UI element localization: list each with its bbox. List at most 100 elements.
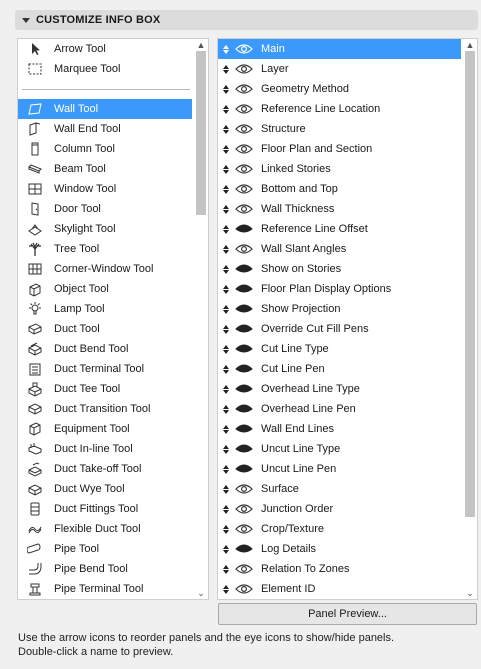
eye-open-icon[interactable]	[235, 203, 253, 215]
reorder-arrows-icon[interactable]	[221, 64, 231, 74]
tool-item-wall-end-tool[interactable]: Wall End Tool	[18, 119, 192, 139]
panel-item-junction-order[interactable]: Junction Order	[218, 499, 461, 519]
tool-item-duct-tee-tool[interactable]: Duct Tee Tool	[18, 379, 192, 399]
tool-item-arrow-tool[interactable]: Arrow Tool	[18, 39, 192, 59]
eye-open-icon[interactable]	[235, 583, 253, 595]
eye-open-icon[interactable]	[235, 63, 253, 75]
panel-item-floor-plan-and-section[interactable]: Floor Plan and Section	[218, 139, 461, 159]
tool-item-corner-window-tool[interactable]: Corner-Window Tool	[18, 259, 192, 279]
tool-item-pipe-terminal-tool[interactable]: Pipe Terminal Tool	[18, 579, 192, 599]
scroll-down-icon[interactable]: ⌄	[463, 587, 477, 599]
eye-open-icon[interactable]	[235, 83, 253, 95]
reorder-arrows-icon[interactable]	[221, 264, 231, 274]
panel-item-overhead-line-type[interactable]: Overhead Line Type	[218, 379, 461, 399]
panel-item-relation-to-zones[interactable]: Relation To Zones	[218, 559, 461, 579]
tool-list-scrollbar[interactable]: ▲ ⌄	[194, 39, 208, 599]
panel-item-geometry-method[interactable]: Geometry Method	[218, 79, 461, 99]
panel-list-scrollbar[interactable]: ▲ ⌄	[463, 39, 477, 599]
tool-item-object-tool[interactable]: Object Tool	[18, 279, 192, 299]
scroll-down-icon[interactable]: ⌄	[194, 587, 208, 599]
reorder-arrows-icon[interactable]	[221, 404, 231, 414]
eye-closed-icon[interactable]	[235, 223, 253, 235]
reorder-arrows-icon[interactable]	[221, 124, 231, 134]
panel-preview-button[interactable]: Panel Preview...	[218, 603, 477, 625]
reorder-arrows-icon[interactable]	[221, 564, 231, 574]
eye-closed-icon[interactable]	[235, 543, 253, 555]
reorder-arrows-icon[interactable]	[221, 284, 231, 294]
eye-closed-icon[interactable]	[235, 303, 253, 315]
panel-item-uncut-line-type[interactable]: Uncut Line Type	[218, 439, 461, 459]
eye-open-icon[interactable]	[235, 523, 253, 535]
tool-item-door-tool[interactable]: Door Tool	[18, 199, 192, 219]
eye-open-icon[interactable]	[235, 123, 253, 135]
panel-item-wall-thickness[interactable]: Wall Thickness	[218, 199, 461, 219]
panel-item-reference-line-offset[interactable]: Reference Line Offset	[218, 219, 461, 239]
tool-item-duct-transition-tool[interactable]: Duct Transition Tool	[18, 399, 192, 419]
tool-item-marquee-tool[interactable]: Marquee Tool	[18, 59, 192, 79]
panel-list[interactable]: Main Layer Geometry Method Reference Line L…	[217, 38, 478, 600]
reorder-arrows-icon[interactable]	[221, 424, 231, 434]
panel-item-cut-line-pen[interactable]: Cut Line Pen	[218, 359, 461, 379]
reorder-arrows-icon[interactable]	[221, 164, 231, 174]
scroll-up-icon[interactable]: ▲	[194, 39, 208, 51]
tool-item-duct-terminal-tool[interactable]: Duct Terminal Tool	[18, 359, 192, 379]
panel-item-element-id[interactable]: Element ID	[218, 579, 461, 599]
reorder-arrows-icon[interactable]	[221, 344, 231, 354]
eye-closed-icon[interactable]	[235, 283, 253, 295]
tool-item-duct-wye-tool[interactable]: Duct Wye Tool	[18, 479, 192, 499]
reorder-arrows-icon[interactable]	[221, 484, 231, 494]
panel-item-show-projection[interactable]: Show Projection	[218, 299, 461, 319]
reorder-arrows-icon[interactable]	[221, 244, 231, 254]
eye-closed-icon[interactable]	[235, 403, 253, 415]
eye-open-icon[interactable]	[235, 563, 253, 575]
tool-item-equipment-tool[interactable]: Equipment Tool	[18, 419, 192, 439]
panel-item-structure[interactable]: Structure	[218, 119, 461, 139]
eye-open-icon[interactable]	[235, 43, 253, 55]
eye-open-icon[interactable]	[235, 243, 253, 255]
eye-open-icon[interactable]	[235, 143, 253, 155]
reorder-arrows-icon[interactable]	[221, 204, 231, 214]
eye-closed-icon[interactable]	[235, 323, 253, 335]
tool-item-column-tool[interactable]: Column Tool	[18, 139, 192, 159]
eye-open-icon[interactable]	[235, 103, 253, 115]
panel-item-wall-slant-angles[interactable]: Wall Slant Angles	[218, 239, 461, 259]
eye-open-icon[interactable]	[235, 483, 253, 495]
panel-item-main[interactable]: Main	[218, 39, 461, 59]
panel-item-overhead-line-pen[interactable]: Overhead Line Pen	[218, 399, 461, 419]
panel-item-wall-end-lines[interactable]: Wall End Lines	[218, 419, 461, 439]
reorder-arrows-icon[interactable]	[221, 504, 231, 514]
reorder-arrows-icon[interactable]	[221, 144, 231, 154]
reorder-arrows-icon[interactable]	[221, 544, 231, 554]
reorder-arrows-icon[interactable]	[221, 304, 231, 314]
eye-closed-icon[interactable]	[235, 383, 253, 395]
reorder-arrows-icon[interactable]	[221, 364, 231, 374]
reorder-arrows-icon[interactable]	[221, 524, 231, 534]
tool-item-window-tool[interactable]: Window Tool	[18, 179, 192, 199]
tool-item-beam-tool[interactable]: Beam Tool	[18, 159, 192, 179]
tool-item-duct-take-off-tool[interactable]: Duct Take-off Tool	[18, 459, 192, 479]
tool-list-scroll-thumb[interactable]	[196, 51, 206, 215]
tool-list[interactable]: Arrow Tool Marquee Tool Wall Tool Wall End …	[17, 38, 209, 600]
panel-list-scroll-thumb[interactable]	[465, 51, 475, 517]
eye-closed-icon[interactable]	[235, 263, 253, 275]
eye-closed-icon[interactable]	[235, 463, 253, 475]
eye-closed-icon[interactable]	[235, 423, 253, 435]
reorder-arrows-icon[interactable]	[221, 384, 231, 394]
tool-item-lamp-tool[interactable]: Lamp Tool	[18, 299, 192, 319]
eye-closed-icon[interactable]	[235, 443, 253, 455]
reorder-arrows-icon[interactable]	[221, 184, 231, 194]
panel-item-surface[interactable]: Surface	[218, 479, 461, 499]
tool-item-duct-fittings-tool[interactable]: Duct Fittings Tool	[18, 499, 192, 519]
section-header[interactable]: CUSTOMIZE INFO BOX	[15, 10, 478, 30]
reorder-arrows-icon[interactable]	[221, 444, 231, 454]
panel-item-layer[interactable]: Layer	[218, 59, 461, 79]
panel-item-reference-line-location[interactable]: Reference Line Location	[218, 99, 461, 119]
reorder-arrows-icon[interactable]	[221, 324, 231, 334]
collapse-triangle-icon[interactable]	[22, 17, 30, 23]
panel-item-show-on-stories[interactable]: Show on Stories	[218, 259, 461, 279]
tool-item-pipe-tool[interactable]: Pipe Tool	[18, 539, 192, 559]
eye-open-icon[interactable]	[235, 163, 253, 175]
eye-open-icon[interactable]	[235, 183, 253, 195]
reorder-arrows-icon[interactable]	[221, 104, 231, 114]
panel-item-log-details[interactable]: Log Details	[218, 539, 461, 559]
